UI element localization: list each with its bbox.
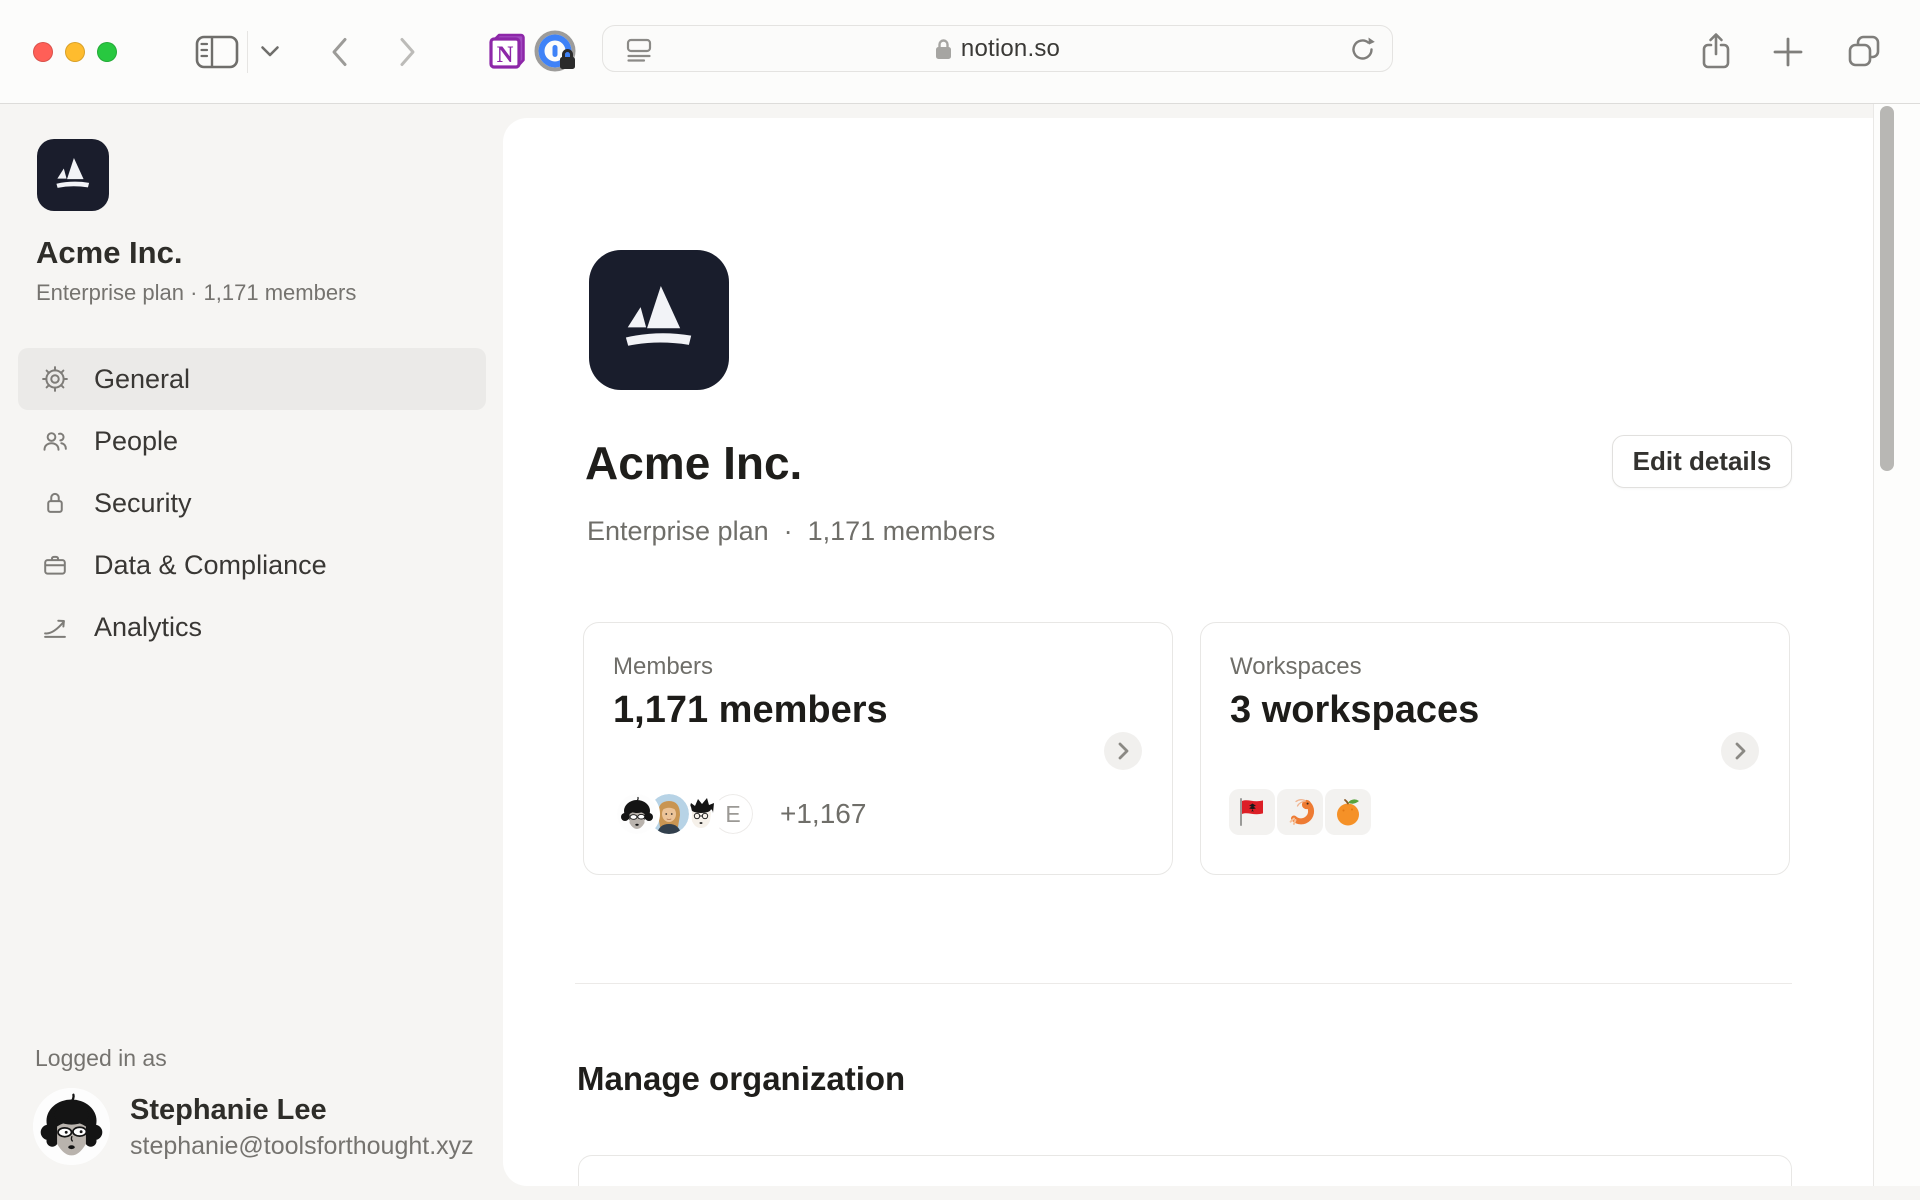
- illustrated-woman-avatar: [33, 1088, 110, 1165]
- chevron-right-icon: [399, 37, 416, 67]
- sidebar-item-data-compliance[interactable]: Data & Compliance: [18, 534, 486, 596]
- manage-organization-heading: Manage organization: [577, 1060, 905, 1098]
- chart-trend-icon: [40, 612, 70, 642]
- org-logo-large: [589, 250, 729, 390]
- page-title: Acme Inc.: [585, 436, 802, 490]
- settings-main-panel: Acme Inc. Enterprise plan · 1,171 member…: [503, 118, 1920, 1186]
- workspaces-card-chevron-button[interactable]: [1721, 732, 1759, 770]
- zoom-window-button[interactable]: [97, 42, 117, 62]
- workspace-emoji-tangerine: [1325, 789, 1371, 835]
- chevron-right-icon: [1734, 741, 1747, 761]
- people-icon: [40, 426, 70, 456]
- chevron-right-icon: [1117, 741, 1130, 761]
- org-meta-row: Enterprise plan · 1,171 members: [587, 516, 995, 547]
- workspace-emoji-row: [1229, 789, 1371, 835]
- sidebar-item-analytics[interactable]: Analytics: [18, 596, 486, 658]
- logged-in-as-label: Logged in as: [35, 1045, 167, 1072]
- sidebar-org-meta: Enterprise plan · 1,171 members: [36, 280, 356, 306]
- plus-icon: [1772, 36, 1804, 68]
- reload-button[interactable]: [1349, 36, 1376, 63]
- user-email: stephanie@toolsforthought.xyz: [130, 1132, 474, 1161]
- members-overflow-count: +1,167: [780, 798, 866, 830]
- share-button[interactable]: [1696, 30, 1736, 74]
- onepassword-icon: [533, 29, 579, 75]
- tls-lock-icon: [935, 38, 952, 60]
- chevron-left-icon: [331, 37, 348, 67]
- sailboat-icon: [613, 274, 705, 366]
- plan-label: Enterprise plan: [587, 516, 769, 547]
- onepassword-extension-button[interactable]: [531, 27, 580, 76]
- scrollbar-gutter: [1873, 104, 1920, 1186]
- briefcase-icon: [40, 550, 70, 580]
- sidebar-item-general[interactable]: General: [18, 348, 486, 410]
- sailboat-icon: [50, 152, 96, 198]
- workspace-emoji-shrimp: [1277, 789, 1323, 835]
- members-card-chevron-button[interactable]: [1104, 732, 1142, 770]
- member-avatar-1: [614, 791, 660, 837]
- user-avatar: [33, 1088, 110, 1165]
- org-logo-small: [37, 139, 109, 211]
- sidebar-item-label: General: [94, 364, 190, 395]
- workspaces-card-label: Workspaces: [1230, 653, 1362, 681]
- notion-icon: N: [486, 30, 528, 72]
- member-avatar-stack: E +1,167: [614, 789, 866, 839]
- meta-separator: ·: [784, 516, 793, 547]
- sidebar-item-security[interactable]: Security: [18, 472, 486, 534]
- toolbar-separator: [247, 31, 248, 73]
- sidebar-org-name: Acme Inc.: [36, 235, 182, 271]
- url-display: notion.so: [603, 26, 1392, 71]
- sidebar-toggle-icon: [195, 35, 239, 69]
- url-bar[interactable]: notion.so: [602, 25, 1393, 72]
- svg-text:N: N: [497, 42, 514, 67]
- workspaces-card-value: 3 workspaces: [1230, 689, 1479, 732]
- chevron-down-icon: [260, 45, 280, 58]
- members-card-label: Members: [613, 653, 713, 681]
- url-text: notion.so: [961, 35, 1060, 63]
- forward-button[interactable]: [390, 35, 424, 69]
- gear-icon: [40, 364, 70, 394]
- sidebar-item-label: Analytics: [94, 612, 202, 643]
- back-button[interactable]: [322, 35, 356, 69]
- scrollbar-thumb[interactable]: [1880, 106, 1894, 471]
- lock-icon: [40, 488, 70, 518]
- workspace-emoji-albania-flag: [1229, 789, 1275, 835]
- close-window-button[interactable]: [33, 42, 53, 62]
- share-icon: [1700, 32, 1732, 72]
- manage-organization-card[interactable]: [578, 1155, 1792, 1186]
- browser-toolbar: N: [0, 0, 1920, 104]
- edit-details-button[interactable]: Edit details: [1612, 435, 1792, 488]
- sidebar-item-label: Security: [94, 488, 192, 519]
- members-card-value: 1,171 members: [613, 689, 888, 732]
- sidebar-toggle-button[interactable]: [193, 32, 241, 72]
- new-tab-button[interactable]: [1770, 34, 1806, 70]
- user-name: Stephanie Lee: [130, 1094, 327, 1127]
- settings-nav: General People: [18, 348, 486, 658]
- members-card[interactable]: Members 1,171 members: [583, 622, 1173, 875]
- sidebar-item-people[interactable]: People: [18, 410, 486, 472]
- minimize-window-button[interactable]: [65, 42, 85, 62]
- member-count-label: 1,171 members: [808, 516, 996, 547]
- notion-extension-button[interactable]: N: [484, 28, 530, 74]
- sidebar-menu-chevron-button[interactable]: [256, 40, 284, 62]
- tabs-icon: [1846, 34, 1882, 68]
- tab-overview-button[interactable]: [1844, 32, 1884, 70]
- sidebar-item-label: People: [94, 426, 178, 457]
- section-divider: [575, 983, 1792, 984]
- workspaces-card[interactable]: Workspaces 3 workspaces: [1200, 622, 1790, 875]
- page-content: Acme Inc. Enterprise plan · 1,171 member…: [0, 104, 1920, 1200]
- sidebar-item-label: Data & Compliance: [94, 550, 327, 581]
